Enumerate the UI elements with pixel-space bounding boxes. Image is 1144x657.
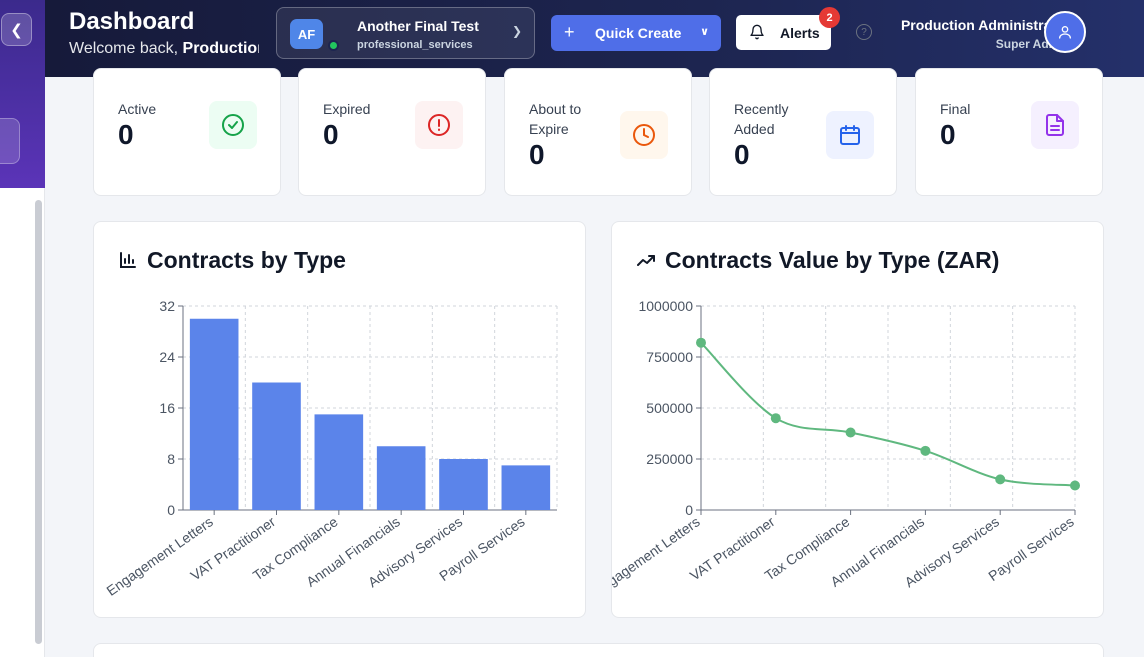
- contracts-value-by-type-card: Contracts Value by Type (ZAR) 0 250000 500…: [611, 221, 1104, 618]
- data-point: [920, 445, 931, 456]
- plus-icon: +: [564, 22, 575, 42]
- stat-label: Recently Added: [734, 101, 789, 137]
- data-point: [1070, 480, 1080, 491]
- org-type: professional_services: [357, 39, 473, 51]
- y-tick-label: 0: [167, 502, 175, 518]
- stat-card-expired[interactable]: Expired 0: [298, 68, 486, 196]
- file-text-icon: [1031, 101, 1079, 149]
- chevron-left-icon: ❮: [10, 21, 23, 39]
- stat-value: 0: [734, 139, 750, 170]
- stat-value: 0: [940, 119, 956, 150]
- contracts-by-type-card: Contracts by Type 0 8 16 24 32 Engagement Let…: [93, 221, 586, 618]
- x-tick-label: Engagement Letters: [103, 513, 215, 598]
- y-tick-label: 750000: [646, 349, 693, 365]
- stat-label: Final: [940, 101, 971, 117]
- line-chart: 02500005000007500001000000Engagement Let…: [612, 298, 1080, 599]
- online-status-dot: [328, 40, 339, 51]
- stat-card-about-to-expire[interactable]: About to Expire 0: [504, 68, 692, 196]
- stat-label: About to Expire: [529, 101, 582, 137]
- stat-value: 0: [323, 119, 339, 150]
- y-tick-label: 16: [159, 400, 175, 416]
- alerts-count-badge: 2: [819, 7, 840, 28]
- data-point: [995, 474, 1006, 485]
- user-icon: [1059, 26, 1071, 39]
- clock-icon: [620, 111, 668, 159]
- alert-circle-icon: [415, 101, 463, 149]
- help-icon[interactable]: ?: [856, 24, 872, 40]
- next-section-card: [93, 643, 1104, 657]
- quick-create-button[interactable]: + Quick Create ∨: [551, 15, 721, 51]
- welcome-message: Welcome back, Production Administrator: [69, 40, 259, 58]
- data-point: [770, 413, 781, 424]
- quick-create-label: Quick Create: [595, 25, 682, 41]
- alerts-button[interactable]: Alerts 2: [736, 7, 840, 50]
- check-circle-icon: [209, 101, 257, 149]
- sidebar: ❮: [0, 0, 45, 657]
- sidebar-nav-item[interactable]: [0, 118, 20, 164]
- y-tick-label: 32: [159, 298, 175, 314]
- bar: [314, 414, 364, 510]
- bar-chart: 08162432Engagement LettersVAT Practition…: [103, 298, 558, 599]
- stat-label: Active: [118, 101, 157, 117]
- data-point: [696, 337, 706, 348]
- y-tick-label: 8: [167, 451, 175, 467]
- y-tick-label: 24: [159, 349, 175, 365]
- sidebar-collapse-button[interactable]: ❮: [1, 13, 32, 46]
- chevron-down-icon: ❯: [511, 24, 522, 38]
- bell-icon: [750, 24, 764, 40]
- stat-card-active[interactable]: Active 0: [93, 68, 281, 196]
- data-point: [845, 427, 856, 438]
- welcome-prefix: Welcome back,: [69, 40, 183, 57]
- sidebar-scrollbar[interactable]: [35, 200, 42, 644]
- organization-switcher[interactable]: AF Another Final Test professional_servi…: [276, 7, 535, 59]
- alerts-label: Alerts: [780, 25, 820, 41]
- y-tick-label: 1000000: [638, 298, 693, 314]
- y-tick-label: 500000: [646, 400, 693, 416]
- stat-value: 0: [118, 119, 134, 150]
- org-avatar: AF: [290, 19, 323, 49]
- org-name: Another Final Test: [357, 18, 479, 34]
- user-avatar-button[interactable]: [1044, 11, 1086, 53]
- calendar-icon: [826, 111, 874, 159]
- bar: [439, 459, 488, 510]
- x-tick-label: Engagement Letters: [612, 513, 703, 598]
- bar: [252, 382, 301, 510]
- stat-card-recently-added[interactable]: Recently Added 0: [709, 68, 897, 196]
- bar: [189, 318, 239, 510]
- page-title: Dashboard: [69, 8, 195, 35]
- welcome-user-name: Production Administrator: [182, 40, 259, 57]
- stat-label: Expired: [323, 101, 371, 117]
- top-header: Dashboard Welcome back, Production Admin…: [45, 0, 1144, 77]
- chevron-down-icon: ∨: [700, 26, 709, 38]
- bar: [376, 446, 426, 510]
- stat-card-final[interactable]: Final 0: [915, 68, 1103, 196]
- stat-value: 0: [529, 139, 545, 170]
- y-tick-label: 250000: [646, 451, 693, 467]
- bar: [501, 465, 551, 510]
